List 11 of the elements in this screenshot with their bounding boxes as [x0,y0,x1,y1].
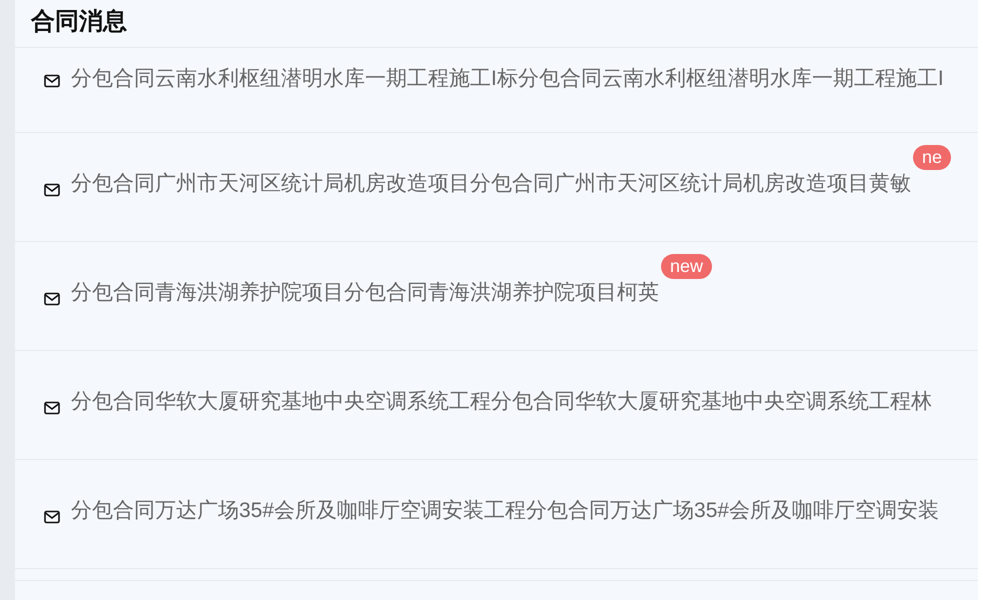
mail-icon [43,72,61,90]
message-link[interactable]: 分包合同华软大厦研究基地中央空调系统工程分包合同华软大厦研究基地中央空调系统工程林 [71,388,932,414]
mail-icon [43,290,61,308]
mail-icon [43,399,61,417]
message-link[interactable]: 分包合同万达广场35#会所及咖啡厅空调安装工程分包合同万达广场35#会所及咖啡厅空调安装 [71,498,940,524]
message-link[interactable]: 分包合同云南水利枢纽潜明水库一期工程施工I标分包合同云南水利枢纽潜明水库一期工程施工I [71,66,944,92]
mail-icon [43,508,61,526]
new-badge: ne [913,144,952,170]
mail-icon [43,181,61,199]
new-badge: new [661,254,712,280]
section-title: 合同消息 [31,8,127,37]
